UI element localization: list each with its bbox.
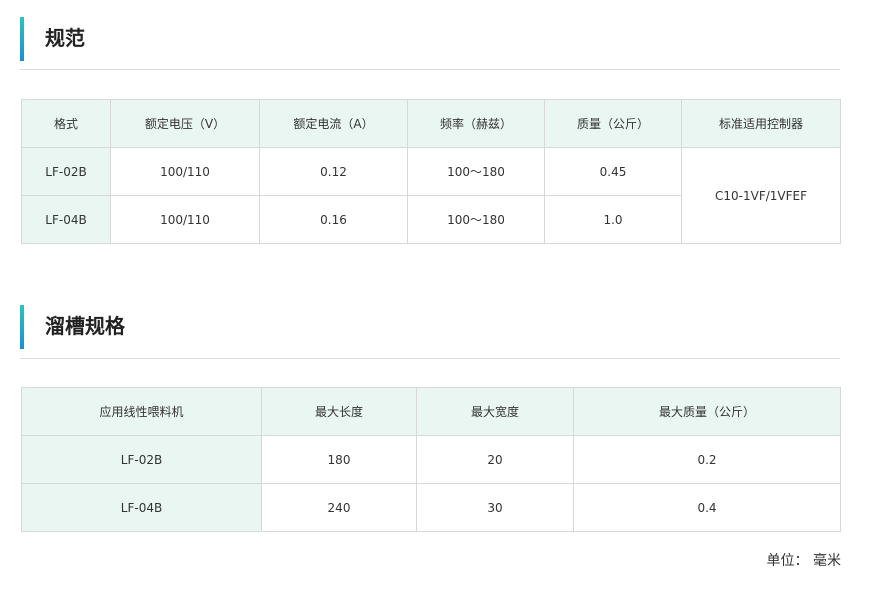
- table-row: LF-02B 100/110 0.12 100～180 0.45 C10-1VF…: [21, 147, 841, 244]
- table-cell: 0.12: [259, 147, 408, 196]
- table-cell: 240: [261, 483, 417, 532]
- table-row: LF-02B 180 20 0.2: [21, 435, 841, 484]
- table-cell: 100～180: [407, 195, 545, 244]
- table-cell: 0.45: [544, 147, 682, 196]
- column-header: 格式: [21, 99, 111, 148]
- table-header-row: 应用线性喂料机 最大长度 最大宽度 最大质量（公斤）: [21, 387, 841, 436]
- spec-title: 规范: [45, 26, 85, 50]
- table-cell: 180: [261, 435, 417, 484]
- model-cell: LF-04B: [21, 195, 111, 244]
- column-header: 标准适用控制器: [681, 99, 841, 148]
- accent-bar: [20, 305, 24, 349]
- model-cell: LF-04B: [21, 483, 262, 532]
- table-cell: 100～180: [407, 147, 545, 196]
- table-cell: 100/110: [110, 147, 260, 196]
- model-cell: LF-02B: [21, 435, 262, 484]
- column-header: 应用线性喂料机: [21, 387, 262, 436]
- column-header: 最大质量（公斤）: [573, 387, 841, 436]
- column-header: 额定电流（A）: [259, 99, 408, 148]
- table-cell: 0.16: [259, 195, 408, 244]
- groove-table: 应用线性喂料机 最大长度 最大宽度 最大质量（公斤） LF-02B 180 20…: [21, 387, 841, 532]
- unit-note: 单位： 毫米: [766, 553, 841, 569]
- table-header-row: 格式 额定电压（V） 额定电流（A） 频率（赫兹） 质量（公斤） 标准适用控制器: [21, 99, 841, 148]
- column-header: 质量（公斤）: [544, 99, 682, 148]
- column-header: 额定电压（V）: [110, 99, 260, 148]
- model-cell: LF-02B: [21, 147, 111, 196]
- controller-cell: C10-1VF/1VFEF: [681, 147, 841, 244]
- spec-section-header: 规范: [20, 17, 840, 70]
- table-cell: 20: [416, 435, 574, 484]
- column-header: 最大长度: [261, 387, 417, 436]
- table-cell: 1.0: [544, 195, 682, 244]
- accent-bar: [20, 17, 24, 61]
- groove-title: 溜槽规格: [45, 314, 125, 338]
- groove-section-header: 溜槽规格: [20, 305, 840, 359]
- spec-table: 格式 额定电压（V） 额定电流（A） 频率（赫兹） 质量（公斤） 标准适用控制器…: [21, 99, 841, 244]
- column-header: 频率（赫兹）: [407, 99, 545, 148]
- table-cell: 30: [416, 483, 574, 532]
- table-cell: 0.4: [573, 483, 841, 532]
- table-cell: 0.2: [573, 435, 841, 484]
- table-cell: 100/110: [110, 195, 260, 244]
- table-row: LF-04B 240 30 0.4: [21, 483, 841, 532]
- column-header: 最大宽度: [416, 387, 574, 436]
